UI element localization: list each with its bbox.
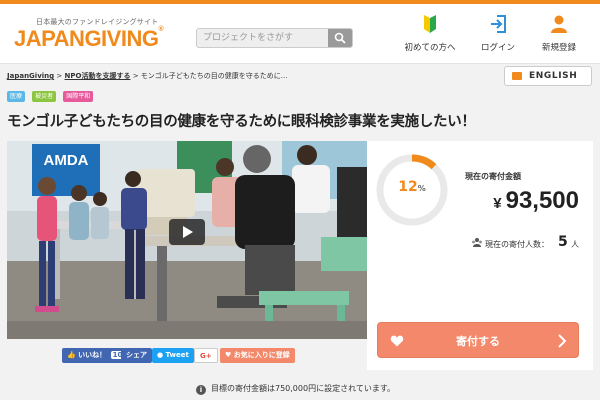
funding-panel: 12% 現在の寄付金額 ¥93,500 現在の寄付人数： 5 人 寄付する (367, 141, 593, 370)
tag-medical[interactable]: 医療 (7, 91, 26, 102)
breadcrumb-current: モンゴル子どもたちの目の健康を守るために... (140, 72, 288, 80)
english-button[interactable]: ENGLISH (504, 66, 592, 86)
tag-international-peace[interactable]: 国際平和 (63, 91, 94, 102)
goal-note: i 目標の寄付金額は750,000円に設定されています。 (196, 383, 395, 395)
supporters-unit: 人 (571, 240, 579, 249)
site-logo[interactable]: JAPANGIVING® (14, 26, 164, 52)
breadcrumb-separator: > (132, 72, 139, 80)
chevron-right-icon (558, 334, 566, 348)
current-amount: ¥93,500 (493, 187, 579, 215)
logo-text: JAPANGIVING (14, 26, 159, 51)
breadcrumb-category-link[interactable]: NPO活動を支援する (65, 72, 131, 80)
beginner-mark-icon (424, 15, 436, 33)
tag-disaster-victims[interactable]: 被災者 (32, 91, 57, 102)
progress-percent-value: 12 (398, 179, 418, 195)
info-icon: i (196, 385, 206, 395)
add-favorite-button[interactable]: ♥ お気に入りに登録 (220, 348, 295, 363)
user-icon (551, 15, 567, 33)
facebook-share-button[interactable]: シェア (121, 348, 152, 363)
nav-login[interactable]: ログイン (463, 14, 533, 58)
nav-login-label: ログイン (480, 43, 515, 53)
breadcrumb: JapanGiving > NPO活動を支援する > モンゴル子どもたちの目の健… (7, 71, 287, 81)
thumbs-up-icon: 👍 (67, 351, 76, 359)
nav-beginners-label: 初めての方へ (404, 43, 456, 53)
heart-icon: ♥ (225, 351, 232, 359)
nav-signup[interactable]: 新規登録 (524, 14, 594, 58)
amda-banner-text: AMDA (44, 152, 89, 169)
progress-percent-unit: % (417, 184, 426, 193)
breadcrumb-home-link[interactable]: JapanGiving (7, 72, 54, 80)
like-label: いいね！ (78, 351, 107, 359)
tweet-button[interactable]: ● Tweet (152, 348, 194, 363)
google-plus-button[interactable]: G+ (194, 348, 218, 363)
progress-percent: 12% (376, 179, 448, 195)
search-box (196, 28, 353, 48)
site-header: 日本最大のファンドレイジングサイト JAPANGIVING® 初めての方へ ログ… (0, 4, 600, 64)
breadcrumb-separator: > (56, 72, 63, 80)
search-input[interactable] (197, 29, 329, 47)
logo-registered-mark: ® (158, 26, 164, 33)
goal-note-text: 目標の寄付金額は750,000円に設定されています。 (211, 384, 396, 393)
share-label: シェア (126, 351, 147, 359)
login-icon (491, 15, 506, 33)
donate-button[interactable]: 寄付する (377, 322, 579, 358)
currency-symbol: ¥ (493, 195, 502, 212)
speech-bubble-icon (512, 72, 522, 80)
current-amount-label: 現在の寄付金額 (465, 172, 521, 181)
project-title: モンゴル子どもたちの目の健康を守るために眼科検診事業を実施したい！ (7, 114, 476, 130)
supporters-count: 5 (558, 234, 568, 250)
donate-button-label: 寄付する (456, 335, 500, 348)
supporters-label: 現在の寄付人数： (485, 240, 549, 249)
nav-beginners[interactable]: 初めての方へ (395, 14, 465, 58)
nav-signup-label: 新規登録 (541, 43, 576, 53)
gplus-label: G+ (200, 352, 212, 360)
supporters-icon (472, 238, 482, 247)
twitter-bird-icon: ● (157, 351, 164, 359)
tweet-label: Tweet (165, 351, 189, 359)
english-button-label: ENGLISH (529, 71, 578, 81)
search-icon (334, 32, 346, 44)
project-video[interactable]: AMDA (7, 141, 367, 339)
search-button[interactable] (328, 29, 352, 47)
play-button[interactable] (169, 219, 205, 245)
current-amount-value: 93,500 (505, 187, 579, 214)
category-tags: 医療 被災者 国際平和 (7, 91, 95, 110)
favorite-label: お気に入りに登録 (233, 351, 290, 359)
